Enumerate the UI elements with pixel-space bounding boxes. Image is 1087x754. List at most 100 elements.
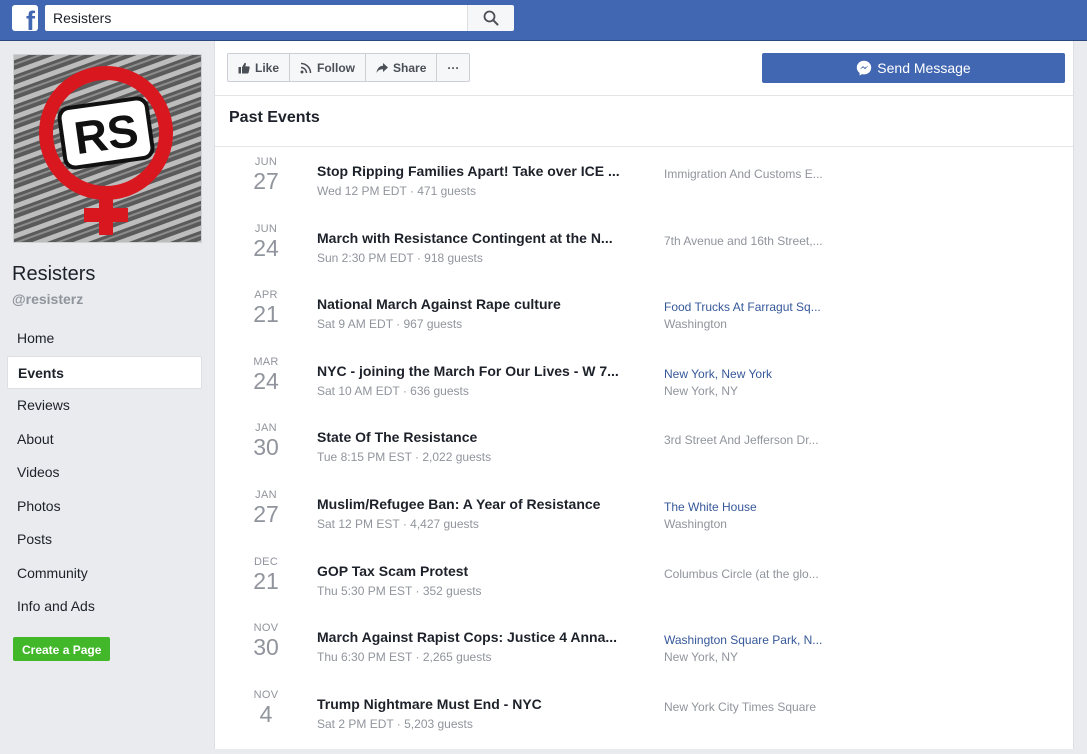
- sidebar-item-reviews[interactable]: Reviews: [7, 389, 202, 423]
- page-title[interactable]: Resisters: [12, 263, 95, 286]
- event-day: 21: [253, 567, 279, 594]
- sidebar-item-events[interactable]: Events: [7, 355, 202, 389]
- event-time-guests: Sat 12 PM EST · 4,427 guests: [317, 516, 479, 531]
- event-location-link[interactable]: New York, New York: [664, 367, 772, 381]
- event-title-link[interactable]: Trump Nightmare Must End - NYC: [317, 696, 542, 712]
- facebook-logo-icon[interactable]: f: [12, 5, 38, 31]
- event-location-city: New York, NY: [664, 650, 739, 665]
- event-row[interactable]: JAN 30 State Of The Resistance Tue 8:15 PM …: [215, 413, 1073, 480]
- event-time-guests: Wed 12 PM EDT · 471 guests: [317, 184, 476, 198]
- event-date: DEC 21: [239, 556, 293, 594]
- event-location-link[interactable]: Food Trucks At Farragut Sq...: [664, 300, 821, 314]
- like-label: Like: [255, 60, 280, 75]
- event-time-guests: Tue 8:15 PM EST · 2,022 guests: [317, 450, 492, 465]
- event-title-link[interactable]: Stop Ripping Families Apart! Take over I…: [317, 163, 620, 179]
- facebook-logo-letter: f: [26, 6, 35, 32]
- event-day: 27: [253, 168, 279, 194]
- event-time-guests: Thu 5:30 PM EST · 352 guests: [317, 583, 482, 598]
- event-date: JUN 27: [239, 156, 293, 194]
- event-month: NOV: [253, 688, 279, 701]
- sidebar-item-home[interactable]: Home: [7, 322, 202, 356]
- event-date: JUN 24: [239, 223, 293, 261]
- send-message-label: Send Message: [877, 60, 971, 76]
- top-navigation-bar: f: [0, 0, 1087, 41]
- event-row[interactable]: MAR 24 NYC - joining the March For Our Liv…: [215, 347, 1073, 414]
- event-title-link[interactable]: Muslim/Refugee Ban: A Year of Resistance: [317, 496, 600, 512]
- event-month: DEC: [253, 555, 279, 568]
- sidebar-item-videos[interactable]: Videos: [7, 456, 202, 490]
- event-month: JAN: [255, 422, 277, 435]
- event-row[interactable]: DEC 21 GOP Tax Scam Protest Thu 5:30 PM EST…: [215, 547, 1073, 614]
- magnifier-icon: [483, 10, 499, 26]
- search-button[interactable]: [467, 5, 514, 31]
- messenger-icon: [857, 60, 872, 76]
- event-date: JAN 27: [239, 489, 293, 527]
- event-row[interactable]: NOV 4 Trump Nightmare Must End - NYC Sat 2 …: [215, 680, 1073, 747]
- event-day: 24: [253, 367, 279, 394]
- sidebar-item-about[interactable]: About: [7, 423, 202, 457]
- page-navigation: Home Events Reviews About Videos Photos Posts C…: [7, 322, 202, 624]
- section-title: Past Events: [229, 109, 320, 126]
- sidebar-item-posts[interactable]: Posts: [7, 523, 202, 557]
- event-date: APR 21: [239, 289, 293, 327]
- share-label: Share: [393, 60, 427, 75]
- event-row[interactable]: NOV 30 March Against Rapist Cops: Justice …: [215, 613, 1073, 680]
- search-input[interactable]: [45, 5, 467, 31]
- event-location-text: Immigration And Customs E...: [664, 167, 823, 181]
- event-location: New York, New York New York, NY: [664, 366, 772, 400]
- rss-icon: [300, 62, 312, 73]
- event-location: The White House Washington: [664, 499, 757, 533]
- event-month: JAN: [255, 488, 277, 501]
- event-title-link[interactable]: State Of The Resistance: [317, 429, 477, 445]
- event-row[interactable]: JUN 27 Stop Ripping Families Apart! Take o…: [215, 147, 1073, 214]
- share-arrow-icon: [376, 62, 389, 73]
- search-box: [45, 5, 467, 31]
- event-location: Immigration And Customs E...: [664, 166, 823, 183]
- event-row[interactable]: JUN 24 March with Resistance Contingent at…: [215, 214, 1073, 281]
- profile-picture[interactable]: RS: [13, 54, 202, 243]
- event-location: Columbus Circle (at the glo...: [664, 566, 819, 583]
- event-location: New York City Times Square: [664, 699, 816, 716]
- sidebar-item-info-and-ads[interactable]: Info and Ads: [7, 590, 202, 624]
- event-row[interactable]: JAN 27 Muslim/Refugee Ban: A Year of Resis…: [215, 480, 1073, 547]
- event-day: 27: [253, 500, 279, 527]
- more-dots-icon: ···: [447, 60, 460, 75]
- event-day: 4: [259, 700, 273, 727]
- event-title-link[interactable]: GOP Tax Scam Protest: [317, 563, 468, 579]
- event-date: NOV 30: [239, 622, 293, 660]
- event-location-city: Washington: [664, 317, 727, 332]
- sidebar-item-community[interactable]: Community: [7, 557, 202, 591]
- event-location-city: Washington: [664, 516, 727, 531]
- send-message-button[interactable]: Send Message: [762, 53, 1065, 83]
- event-day: 30: [253, 634, 279, 661]
- event-time-guests: Sat 9 AM EDT · 967 guests: [317, 317, 463, 332]
- follow-label: Follow: [317, 60, 356, 75]
- follow-button[interactable]: Follow: [290, 54, 367, 81]
- event-time-guests: Sat 10 AM EDT · 636 guests: [317, 383, 469, 398]
- more-options-button[interactable]: ···: [437, 54, 469, 81]
- event-title-link[interactable]: March with Resistance Contingent at the …: [317, 230, 613, 246]
- event-month: JUN: [254, 156, 278, 168]
- event-list: JUN 27 Stop Ripping Families Apart! Take o…: [215, 147, 1073, 746]
- event-title-link[interactable]: National March Against Rape culture: [317, 296, 561, 312]
- event-date: MAR 24: [239, 356, 293, 394]
- create-page-button[interactable]: Create a Page: [13, 637, 111, 661]
- event-day: 24: [253, 234, 279, 261]
- main-content: Like Follow Share ··· Send Message Past …: [214, 41, 1074, 749]
- event-title-link[interactable]: NYC - joining the March For Our Lives - …: [317, 363, 619, 379]
- event-month: APR: [254, 289, 278, 302]
- event-location-link[interactable]: The White House: [664, 500, 757, 514]
- event-date: NOV 4: [239, 689, 293, 727]
- event-row[interactable]: APR 21 National March Against Rape culture…: [215, 280, 1073, 347]
- share-button[interactable]: Share: [366, 54, 438, 81]
- thumbs-up-icon: [238, 62, 250, 73]
- action-button-group: Like Follow Share ···: [227, 53, 471, 82]
- like-button[interactable]: Like: [228, 54, 291, 81]
- event-month: MAR: [253, 355, 279, 368]
- sidebar-item-photos[interactable]: Photos: [7, 490, 202, 524]
- event-location-link[interactable]: Washington Square Park, N...: [664, 633, 822, 647]
- event-title-link[interactable]: March Against Rapist Cops: Justice 4 Ann…: [317, 629, 617, 645]
- event-location-text: Columbus Circle (at the glo...: [664, 566, 819, 581]
- page-handle[interactable]: @resisterz: [12, 291, 83, 307]
- event-day: 21: [253, 301, 279, 328]
